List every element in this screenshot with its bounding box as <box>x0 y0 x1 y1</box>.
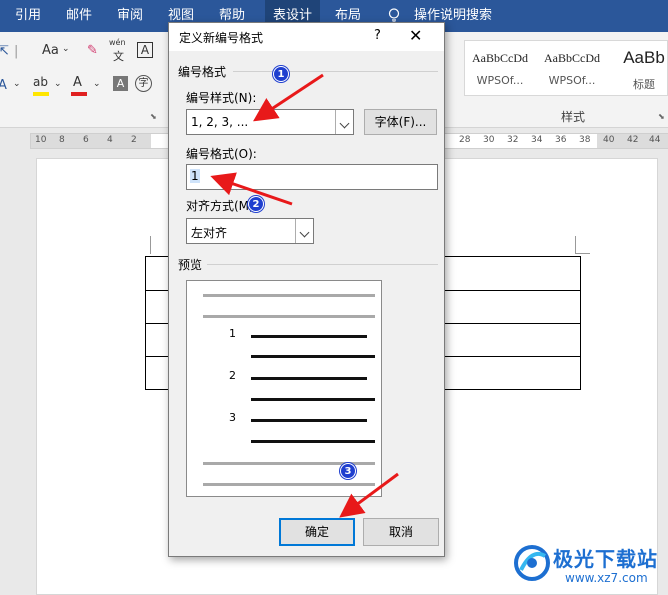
annotation-arrows <box>210 73 399 518</box>
annotation-badge-3: 3 <box>340 463 356 479</box>
annotation-badge-2: 2 <box>248 196 264 212</box>
watermark: 极光下载站 www.xz7.com <box>513 540 663 590</box>
watermark-brand: 极光下载站 <box>553 547 658 571</box>
watermark-url: www.xz7.com <box>565 571 648 585</box>
annotation-arrow <box>252 73 324 122</box>
annotation-arrow <box>339 472 399 518</box>
aurora-logo-icon <box>514 545 550 581</box>
annotation-badge-1: 1 <box>273 66 289 82</box>
